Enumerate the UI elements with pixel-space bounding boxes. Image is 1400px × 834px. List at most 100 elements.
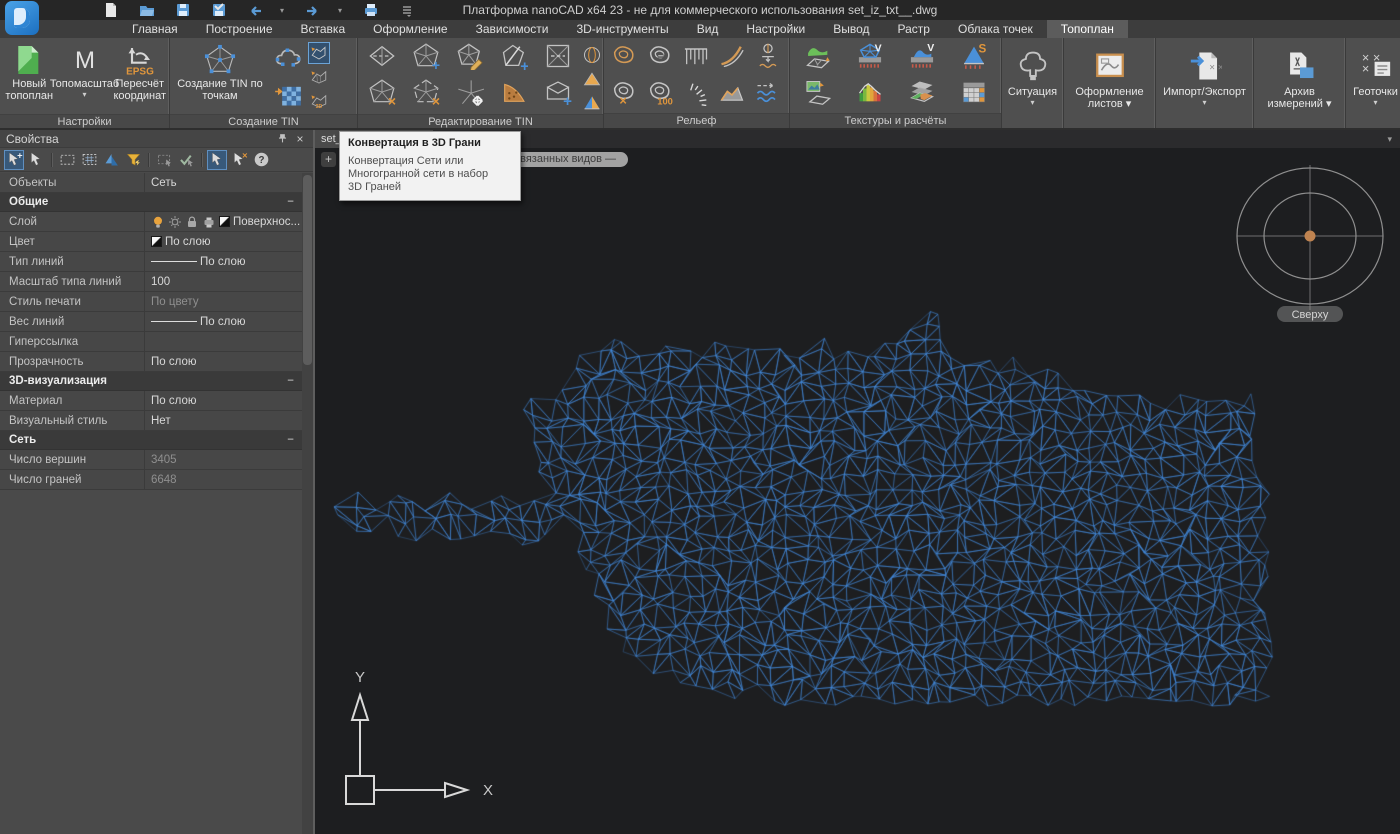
ribbon-tab-2[interactable]: Построение <box>192 20 287 38</box>
property-value[interactable]: Сеть <box>145 173 302 192</box>
select-invert-button[interactable] <box>101 150 121 170</box>
surface-texture-button[interactable] <box>792 40 844 76</box>
contour-delete-button[interactable]: × <box>606 76 642 112</box>
select-append-button[interactable]: + <box>4 150 24 170</box>
view-compass[interactable]: Сверху <box>1225 158 1395 333</box>
property-section[interactable]: Общие− <box>0 193 302 212</box>
convert-pmesh-button[interactable]: 3D <box>308 90 330 112</box>
ribbon-tab-9[interactable]: Вывод <box>819 20 883 38</box>
ribbon-tab-4[interactable]: Оформление <box>359 20 461 38</box>
ribbon-tab-11[interactable]: Облака точек <box>944 20 1047 38</box>
tin-move-point-button[interactable]: path d="M13 2 L24 9.5 L20.5 22 L5.5 22 L… <box>448 76 492 112</box>
select-poly-button[interactable] <box>79 150 99 170</box>
tin-triangle-button[interactable] <box>580 67 604 90</box>
contour-100-button[interactable]: 100 <box>642 76 678 112</box>
ribbon-tab-3[interactable]: Вставка <box>287 20 360 38</box>
geopoints-button[interactable]: × ××Геоточки▾ <box>1348 40 1400 126</box>
property-value[interactable]: Нет <box>145 411 302 430</box>
slope-curve-button[interactable] <box>714 40 750 76</box>
property-value[interactable]: 3405 <box>145 450 302 469</box>
property-value[interactable]: 100 <box>145 272 302 291</box>
property-value[interactable]: Поверхнос... <box>145 212 302 231</box>
convert-mesh-button[interactable] <box>308 66 330 88</box>
collapse-minus-icon[interactable]: − <box>287 375 294 387</box>
property-value[interactable] <box>145 332 302 351</box>
tin-from-raster-button[interactable] <box>268 78 308 112</box>
ribbon-tab-6[interactable]: 3D-инструменты <box>562 20 682 38</box>
surface-layers-button[interactable] <box>896 76 948 112</box>
property-value[interactable]: По слою <box>145 252 302 271</box>
property-value-text: По слою <box>151 395 196 407</box>
tin-lens-button[interactable] <box>580 43 604 66</box>
property-value[interactable]: По слою <box>145 352 302 371</box>
image-overlay-button[interactable] <box>792 76 844 112</box>
ribbon-tab-5[interactable]: Зависимости <box>462 20 563 38</box>
elevation-histogram-button[interactable] <box>844 76 896 112</box>
property-value[interactable]: По слою <box>145 312 302 331</box>
property-value[interactable]: По слою <box>145 391 302 410</box>
ribbon-tab-8[interactable]: Настройки <box>732 20 819 38</box>
new-topoplan-button[interactable]: Новый топоплан <box>2 40 57 114</box>
tin-delete-edge-button[interactable]: × <box>404 76 448 112</box>
sheet-frame-button[interactable]: Оформление листов ▾ <box>1066 40 1153 126</box>
section-arrow-button[interactable] <box>750 40 786 76</box>
volume-cone-s-button[interactable]: S <box>948 40 1000 76</box>
nanocad-logo[interactable] <box>5 1 39 35</box>
tab-bar-chevron-icon[interactable]: ▾ <box>1387 134 1392 145</box>
tin-add-face-button[interactable]: + <box>536 76 580 112</box>
select-button[interactable] <box>26 150 46 170</box>
ribbon-tab-12[interactable]: Топоплан <box>1047 20 1128 38</box>
tin-add-breakline-button[interactable]: + <box>492 40 536 76</box>
tin-create-button[interactable]: Создание TIN по точкам <box>172 40 268 114</box>
slope-fan-button[interactable] <box>678 76 714 112</box>
select-window-button[interactable] <box>57 150 77 170</box>
tin-rebuild-boundary-button[interactable] <box>536 40 580 76</box>
pick-button[interactable] <box>207 150 227 170</box>
bulb-icon[interactable] <box>151 215 165 229</box>
tin-from-cloud-button[interactable] <box>268 42 308 76</box>
sun-icon[interactable] <box>168 215 182 229</box>
ribbon-tab-1[interactable]: Главная <box>118 20 192 38</box>
ribbon-tab-10[interactable]: Растр <box>884 20 944 38</box>
tin-flip-edge-button[interactable] <box>360 40 404 76</box>
help-button[interactable]: ? <box>251 150 271 170</box>
pin-icon[interactable] <box>275 132 289 146</box>
flow-waves-button[interactable] <box>750 76 786 112</box>
property-value[interactable]: По цвету <box>145 292 302 311</box>
select-group-button[interactable] <box>154 150 174 170</box>
pick-remove-button[interactable]: × <box>229 150 249 170</box>
property-value[interactable]: По слою <box>145 232 302 251</box>
collapse-minus-icon[interactable]: − <box>287 434 294 446</box>
tin-add-point-button[interactable]: + <box>404 40 448 76</box>
property-value[interactable]: 6648 <box>145 470 302 489</box>
terrain-profile-button[interactable] <box>714 76 750 112</box>
collapse-minus-icon[interactable]: − <box>287 196 294 208</box>
measure-archive-button[interactable]: Архив измерений ▾ <box>1256 40 1343 126</box>
situation-tree-button[interactable]: Ситуация▾ <box>1004 40 1061 126</box>
lock-icon[interactable] <box>185 215 199 229</box>
tin-edit-point-button[interactable] <box>448 40 492 76</box>
color-table-button[interactable] <box>948 76 1000 112</box>
property-section[interactable]: Сеть− <box>0 431 302 450</box>
add-view-button[interactable]: + <box>321 152 336 167</box>
convert-3dface-button[interactable] <box>308 42 330 64</box>
tin-delete-point-button[interactable]: × <box>360 76 404 112</box>
ribbon-tab-7[interactable]: Вид <box>683 20 733 38</box>
vertical-ticks-button[interactable] <box>678 40 714 76</box>
toposcale-button[interactable]: MТопомасштаб▾ <box>57 40 113 114</box>
contours-button[interactable] <box>606 40 642 76</box>
selection-filter-button[interactable] <box>123 150 143 170</box>
properties-scrollbar-thumb[interactable] <box>303 175 312 365</box>
tin-cone-button[interactable] <box>580 91 604 114</box>
volume-mesh-v-button[interactable]: V <box>844 40 896 76</box>
close-icon[interactable]: × <box>293 132 307 146</box>
epsg-button[interactable]: EPSGПересчёт координат <box>113 40 168 114</box>
volume-hill-v-button[interactable]: V <box>896 40 948 76</box>
import-export-button[interactable]: × ×Импорт/Экспорт▾ <box>1158 40 1251 126</box>
select-apply-button[interactable] <box>176 150 196 170</box>
properties-scrollbar[interactable] <box>302 173 313 834</box>
contour-label-button[interactable] <box>642 40 678 76</box>
printer-icon[interactable] <box>202 215 216 229</box>
tin-fill-area-button[interactable] <box>492 76 536 112</box>
property-section[interactable]: 3D-визуализация− <box>0 372 302 391</box>
